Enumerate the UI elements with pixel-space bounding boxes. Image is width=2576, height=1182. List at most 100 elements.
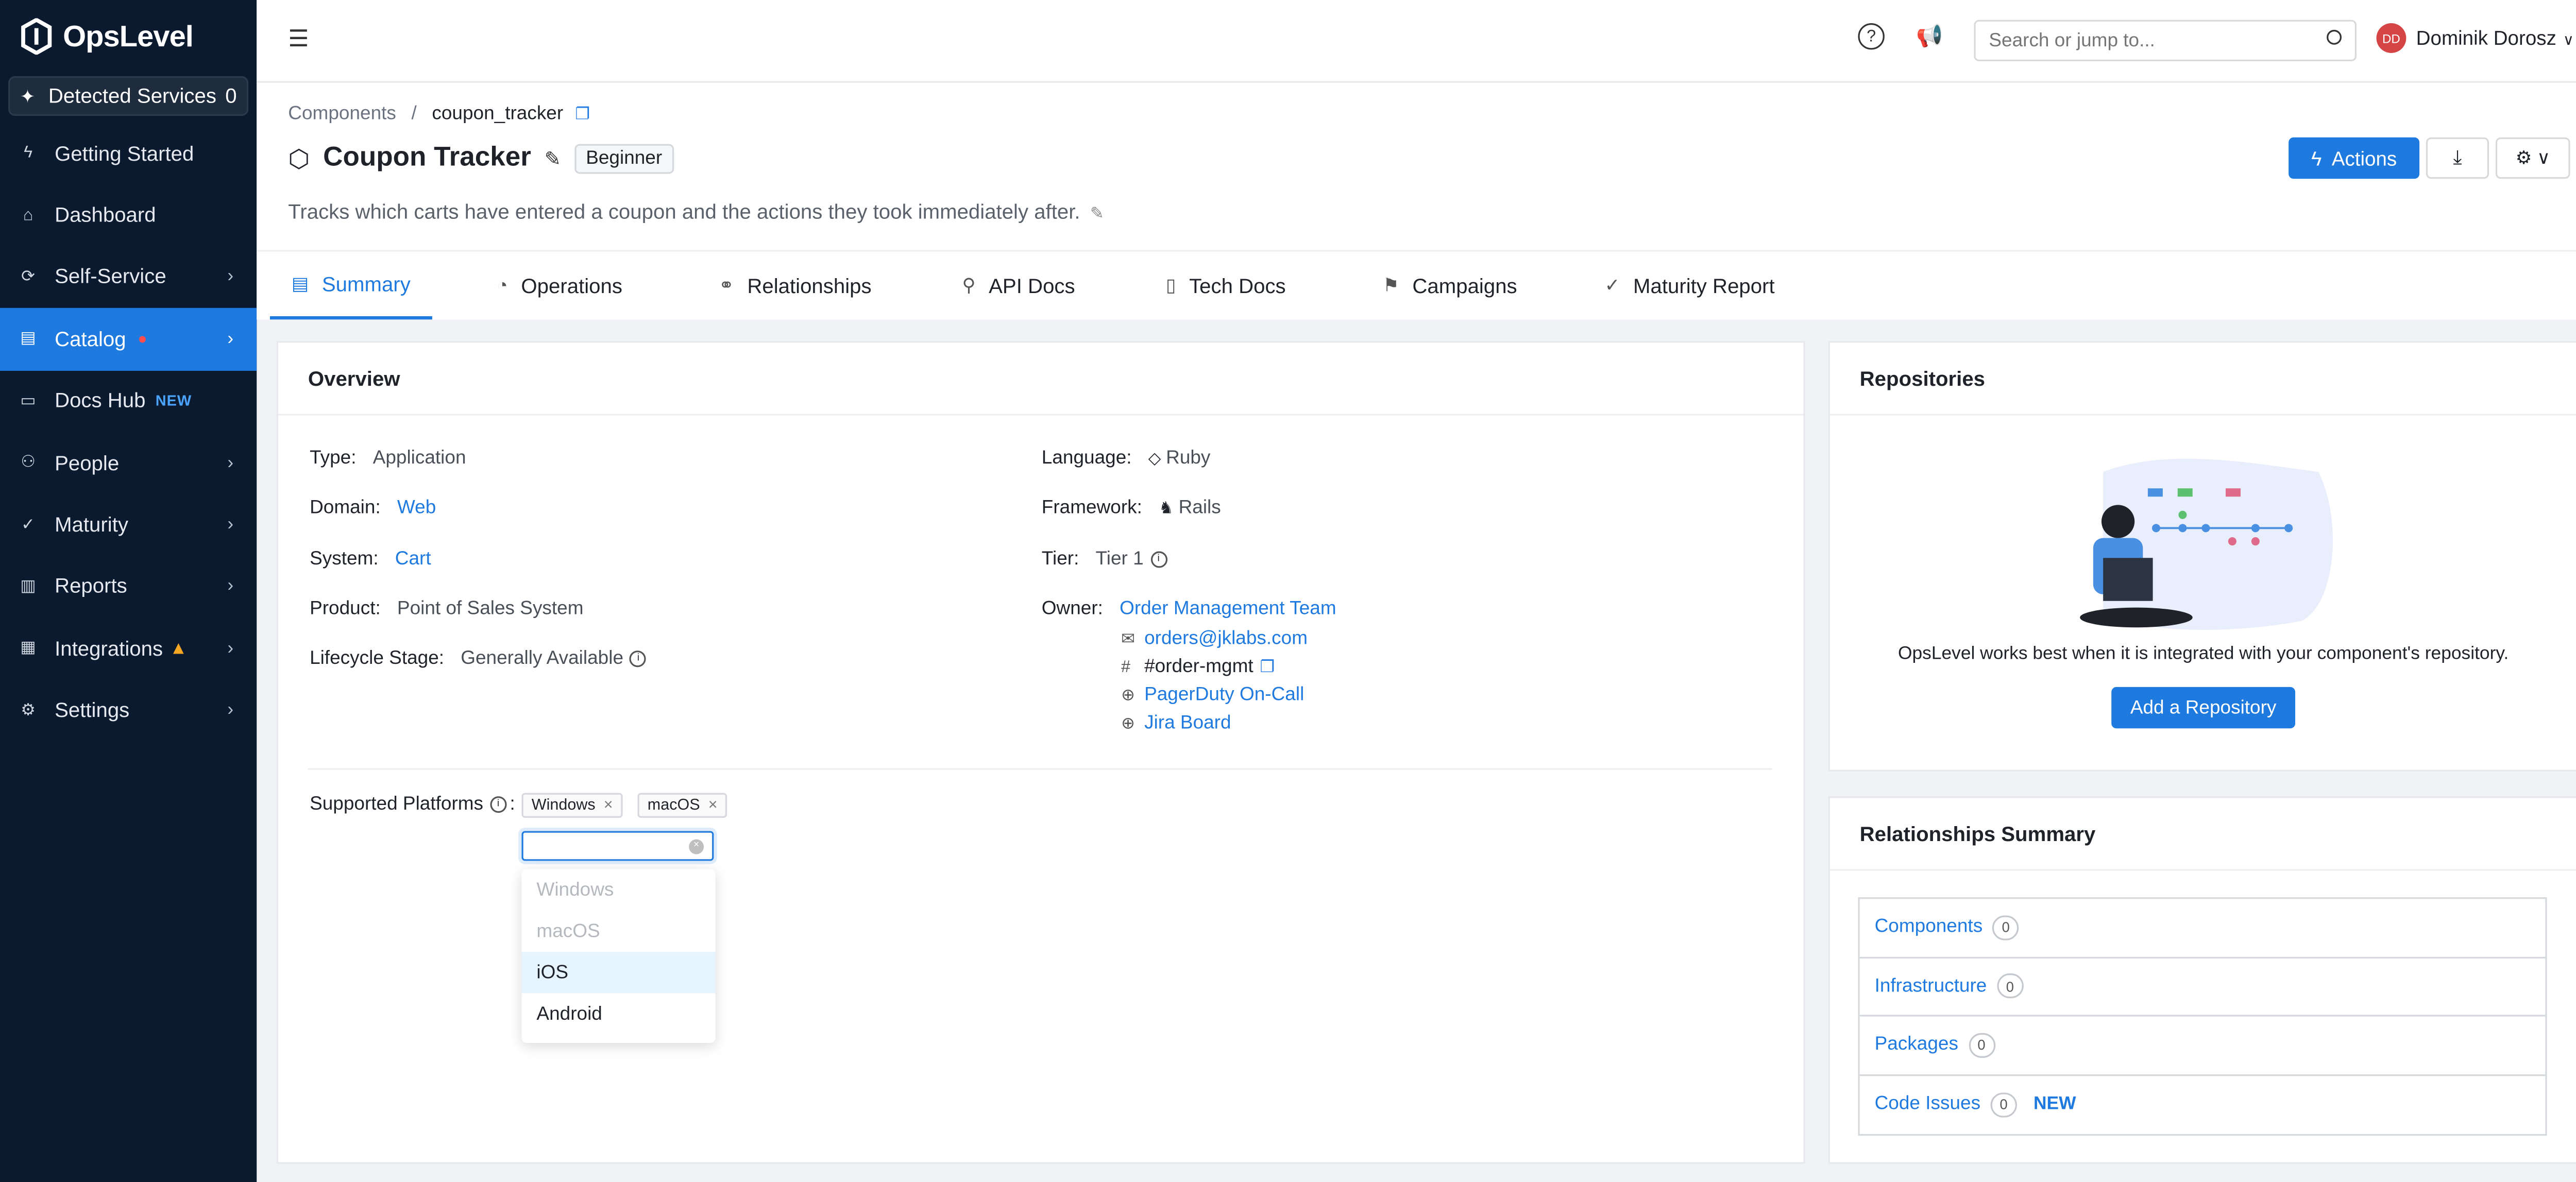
tab-bar: ▤ Summary ◔ Operations ⚭ Relationships ⚲ API… (257, 250, 2576, 320)
help-icon[interactable]: ? (1858, 23, 1885, 50)
sidebar-item-self-service[interactable]: ⟳ Self-Service › (0, 246, 257, 308)
overview-card: Overview (276, 341, 1805, 1164)
count-badge: 0 (1990, 1092, 2017, 1117)
relationship-link[interactable]: Components (1875, 918, 1983, 938)
platform-select-input[interactable]: × (521, 831, 714, 861)
info-icon[interactable]: i (1150, 551, 1167, 568)
sparkle-icon: ✦ (20, 87, 36, 107)
close-icon[interactable]: × (708, 796, 718, 814)
edit-icon[interactable]: ✎ (1090, 205, 1104, 224)
avatar[interactable]: DD (2376, 23, 2406, 53)
sidebar-item-docs-hub[interactable]: ▭ Docs Hub NEW (0, 370, 257, 432)
flag-icon: ⚑ (1382, 276, 1399, 297)
field-tier: Tier: Tier 1 i (1042, 550, 1167, 570)
globe-icon: ⊕ (1121, 714, 1136, 733)
close-icon[interactable]: × (604, 796, 613, 814)
sidebar-item-label: People (55, 451, 120, 475)
sidebar-item-integrations[interactable]: ▦ Integrations ▲ › (0, 618, 257, 679)
rails-icon: ♞ (1159, 499, 1174, 518)
tab-maturity-report[interactable]: ✓ Maturity Report (1605, 252, 1775, 320)
sidebar-item-reports[interactable]: ▥ Reports › (0, 556, 257, 618)
sidebar-item-maturity[interactable]: ✓ Maturity › (0, 494, 257, 556)
tab-summary[interactable]: ▤ Summary (269, 252, 432, 320)
pagerduty-link[interactable]: PagerDuty On-Call (1144, 686, 1304, 706)
sidebar-item-dashboard[interactable]: ⌂ Dashboard (0, 184, 257, 246)
topbar: ☰ ? 📢 DD Dominik Dorosz ∨ (257, 0, 2576, 83)
field-value: Point of Sales System (397, 599, 584, 620)
breadcrumb-root[interactable]: Components (288, 105, 396, 125)
field-value: Application (372, 449, 466, 469)
detected-services-button[interactable]: ✦ Detected Services 0 (8, 76, 249, 116)
relationship-link[interactable]: Packages (1875, 1035, 1958, 1055)
edit-icon[interactable]: ✎ (545, 146, 561, 169)
divider (308, 768, 1772, 770)
tab-label: Tech Docs (1189, 273, 1286, 297)
sidebar-item-label: Dashboard (55, 203, 156, 227)
repository-illustration (2080, 458, 2333, 630)
hierarchy-icon: ⚭ (719, 276, 734, 297)
chevron-right-icon: › (227, 576, 234, 597)
tab-tech-docs[interactable]: ▯ Tech Docs (1166, 252, 1286, 320)
sidebar-item-catalog[interactable]: ▤ Catalog › (0, 308, 257, 370)
tab-operations[interactable]: ◔ Operations (497, 252, 622, 320)
sidebar-item-settings[interactable]: ⚙ Settings › (0, 680, 257, 742)
system-link[interactable]: Cart (395, 550, 431, 570)
sidebar: OpsLevel ✦ Detected Services 0 ϟ Getting… (0, 0, 257, 1182)
tab-api-docs[interactable]: ⚲ API Docs (962, 252, 1075, 320)
option-ios[interactable]: iOS (521, 952, 716, 993)
domain-link[interactable]: Web (397, 499, 436, 519)
tab-label: Maturity Report (1633, 273, 1775, 297)
stage: OpsLevel ✦ Detected Services 0 ϟ Getting… (0, 0, 2576, 1182)
chevron-right-icon: › (227, 639, 234, 659)
sidebar-item-label: Settings (55, 699, 130, 723)
chevron-right-icon: › (227, 267, 234, 287)
field-label: Lifecycle Stage: (310, 649, 445, 669)
sidebar-item-people[interactable]: ⚇ People › (0, 432, 257, 494)
add-repository-button[interactable]: Add a Repository (2111, 687, 2296, 729)
book-icon: ▤ (20, 330, 36, 349)
search-input[interactable] (1974, 20, 2357, 61)
chevron-right-icon: › (227, 700, 234, 721)
option-android[interactable]: Android (522, 993, 716, 1035)
docs-icon: ▭ (20, 391, 36, 410)
table-row: Code Issues 0 NEW (1860, 1075, 2546, 1134)
info-icon[interactable]: i (630, 650, 647, 667)
sidebar-item-label: Reports (55, 575, 127, 598)
logo[interactable]: OpsLevel (0, 0, 257, 73)
actions-button[interactable]: ϟ Actions (2289, 137, 2420, 179)
copy-icon[interactable]: ❐ (1260, 658, 1275, 676)
slack-icon: # (1121, 658, 1130, 677)
tag-label: Windows (531, 796, 596, 815)
title-row: ⬡ Coupon Tracker ✎ Beginner (288, 142, 674, 174)
sidebar-nav: ϟ Getting Started ⌂ Dashboard ⟳ Self-Ser… (0, 123, 257, 742)
clear-icon[interactable]: × (689, 838, 704, 853)
field-product: Product: Point of Sales System (310, 599, 583, 620)
collapse-menu-icon[interactable]: ☰ (288, 25, 309, 53)
breadcrumb: Components / coupon_tracker ❐ (288, 105, 590, 125)
notification-dot (139, 336, 146, 342)
relationship-link[interactable]: Infrastructure (1875, 977, 1987, 997)
user-name: Dominik Dorosz (2416, 26, 2556, 50)
field-label: Type: (310, 449, 357, 469)
megaphone-icon[interactable]: 📢 (1916, 23, 1943, 49)
relationship-link[interactable]: Code Issues (1875, 1094, 1981, 1115)
copy-icon[interactable]: ❐ (575, 106, 590, 124)
tab-relationships[interactable]: ⚭ Relationships (719, 252, 872, 320)
user-menu[interactable]: Dominik Dorosz ∨ (2416, 26, 2574, 49)
field-owner: Owner: Order Management Team (1042, 599, 1336, 620)
component-header: Components / coupon_tracker ❐ ⬡ Coupon T… (257, 82, 2576, 250)
jira-link[interactable]: Jira Board (1144, 713, 1231, 733)
info-icon[interactable]: i (489, 796, 507, 813)
people-icon: ⚇ (21, 454, 36, 472)
owner-jira: ⊕ Jira Board (1121, 713, 1231, 733)
tab-campaigns[interactable]: ⚑ Campaigns (1383, 252, 1517, 320)
settings-dropdown-button[interactable]: ⚙ ∨ (2495, 137, 2570, 179)
sidebar-item-label: Self-Service (55, 265, 166, 289)
count-badge: 0 (1992, 915, 2019, 940)
download-button[interactable]: ⤓ (2426, 137, 2489, 179)
owner-link[interactable]: Order Management Team (1120, 599, 1336, 620)
count-badge: 0 (1968, 1032, 1995, 1058)
sidebar-item-getting-started[interactable]: ϟ Getting Started (0, 123, 257, 184)
chevron-down-icon: ∨ (2563, 31, 2574, 48)
owner-email-link[interactable]: orders@jklabs.com (1144, 629, 1308, 649)
